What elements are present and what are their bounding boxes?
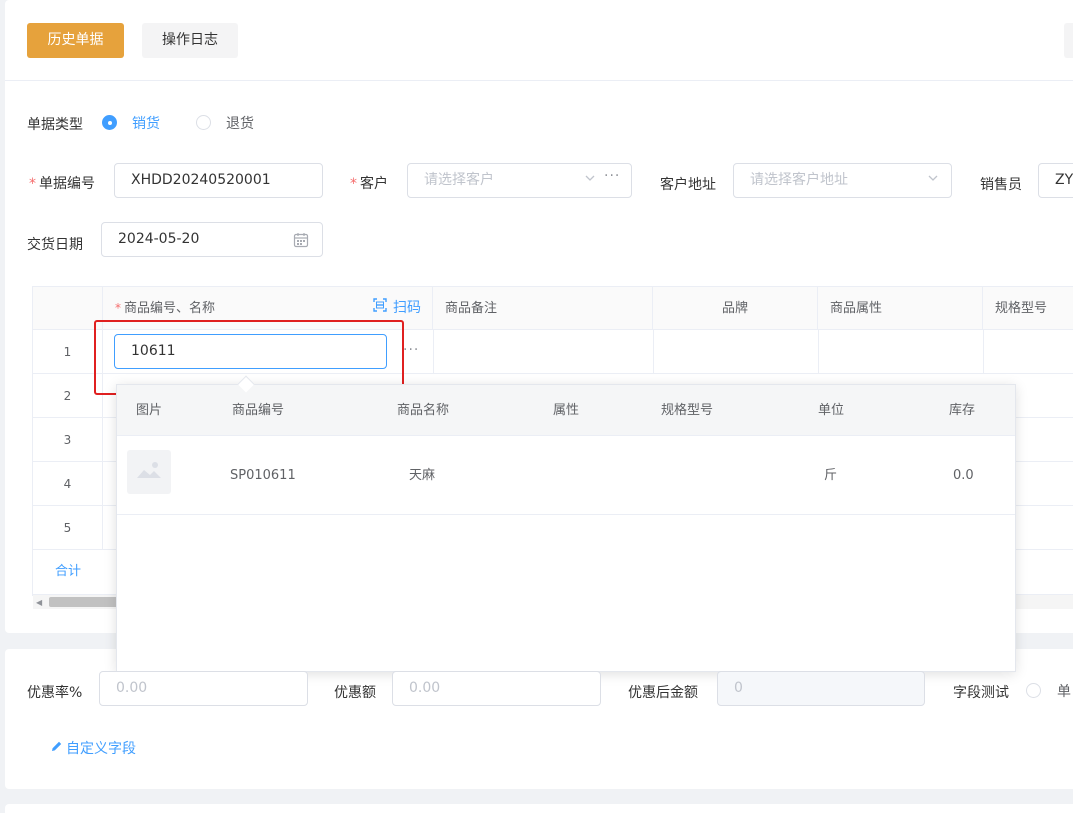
table-header-attr: 商品属性 [818,287,983,330]
scan-link[interactable]: 扫码 [393,297,421,317]
table-header-spec: 规格型号 [983,287,1073,330]
operation-log-button[interactable]: 操作日志 [142,23,238,58]
doc-no-input[interactable]: XHDD20240520001 [114,163,323,198]
table-header-remark: 商品备注 [433,287,653,330]
row-number: 4 [33,462,103,506]
chevron-down-icon [584,172,596,187]
dropdown-col-stock: 库存 [949,403,976,418]
table-header-index [33,287,103,330]
column-divider [818,330,819,374]
dropdown-row[interactable]: SP010611 天麻 斤 0.0 [117,436,1015,515]
customer-label: * 客户 [350,173,388,193]
discount-rate-input[interactable]: 0.00 [99,671,308,706]
toolbar-divider [5,80,1073,81]
customer-select[interactable]: 请选择客户 [407,163,632,198]
row-number: 2 [33,374,103,418]
history-docs-button[interactable]: 历史单据 [27,23,124,58]
edit-icon[interactable] [50,740,63,757]
address-label: 客户地址 [660,177,716,193]
custom-field-link[interactable]: 自定义字段 [66,738,136,758]
dropdown-cell-code: SP010611 [230,468,296,483]
doc-no-label-text: 单据编号 [39,176,95,192]
more-dots-icon[interactable]: ··· [403,342,419,358]
dropdown-col-spec: 规格型号 [661,403,714,418]
column-divider [433,330,434,374]
salesman-label: 销售员 [980,177,1022,193]
table-header-goods-text: 商品编号、名称 [124,301,216,316]
dropdown-cell-name: 天麻 [409,468,436,483]
chevron-down-icon [927,172,939,187]
calendar-icon[interactable] [293,232,309,252]
goods-dropdown: 图片 商品编号 商品名称 属性 规格型号 单位 库存 SP010611 天麻 斤… [116,384,1016,672]
dropdown-header: 图片 商品编号 商品名称 属性 规格型号 单位 库存 [117,385,1015,436]
radio-return-label[interactable]: 退货 [226,113,254,133]
after-discount-input: 0 [717,671,925,706]
dropdown-cell-stock: 0.0 [953,468,974,483]
toolbar-right-button[interactable] [1064,23,1073,58]
required-mark: * [29,176,36,192]
column-divider [653,330,654,374]
field-test-radio[interactable] [1026,683,1041,698]
delivery-date-input[interactable]: 2024-05-20 [101,222,323,257]
salesman-select[interactable]: ZY [1038,163,1073,198]
customer-label-text: 客户 [360,176,388,192]
discount-rate-label: 优惠率% [27,685,83,701]
row-number: 1 [33,330,103,374]
dropdown-col-attr: 属性 [553,403,580,418]
radio-sale-label[interactable]: 销货 [132,113,160,133]
required-mark: * [115,301,121,315]
more-dots-icon[interactable]: ··· [604,168,620,184]
image-placeholder-icon [127,450,171,494]
discount-amount-input[interactable]: 0.00 [392,671,601,706]
bottom-card [5,804,1073,813]
radio-sale[interactable] [102,115,117,130]
field-test-label: 字段测试 [953,685,1009,701]
sum-label: 合计 [54,564,81,579]
dropdown-col-unit: 单位 [818,403,845,418]
scroll-left-icon[interactable]: ◀ [36,598,42,607]
discount-amount-label: 优惠额 [334,685,376,701]
address-select[interactable]: 请选择客户地址 [733,163,952,198]
dropdown-col-code: 商品编号 [232,403,285,418]
radio-return[interactable] [196,115,211,130]
table-header-brand: 品牌 [653,287,818,330]
field-test-option[interactable]: 单 [1057,681,1071,701]
row-number: 3 [33,418,103,462]
row-number: 5 [33,506,103,550]
required-mark: * [350,176,357,192]
dropdown-cell-unit: 斤 [824,468,838,483]
scrollbar-thumb[interactable] [49,597,119,607]
date-label: 交货日期 [27,237,83,253]
scan-icon[interactable] [373,298,387,316]
column-divider [983,330,984,374]
dropdown-col-name: 商品名称 [397,403,450,418]
after-discount-label: 优惠后金额 [628,685,698,701]
goods-search-input[interactable]: 10611 [114,334,387,369]
dropdown-col-image: 图片 [136,403,163,418]
doc-type-label: 单据类型 [27,117,83,133]
doc-no-label: * 单据编号 [29,173,95,193]
